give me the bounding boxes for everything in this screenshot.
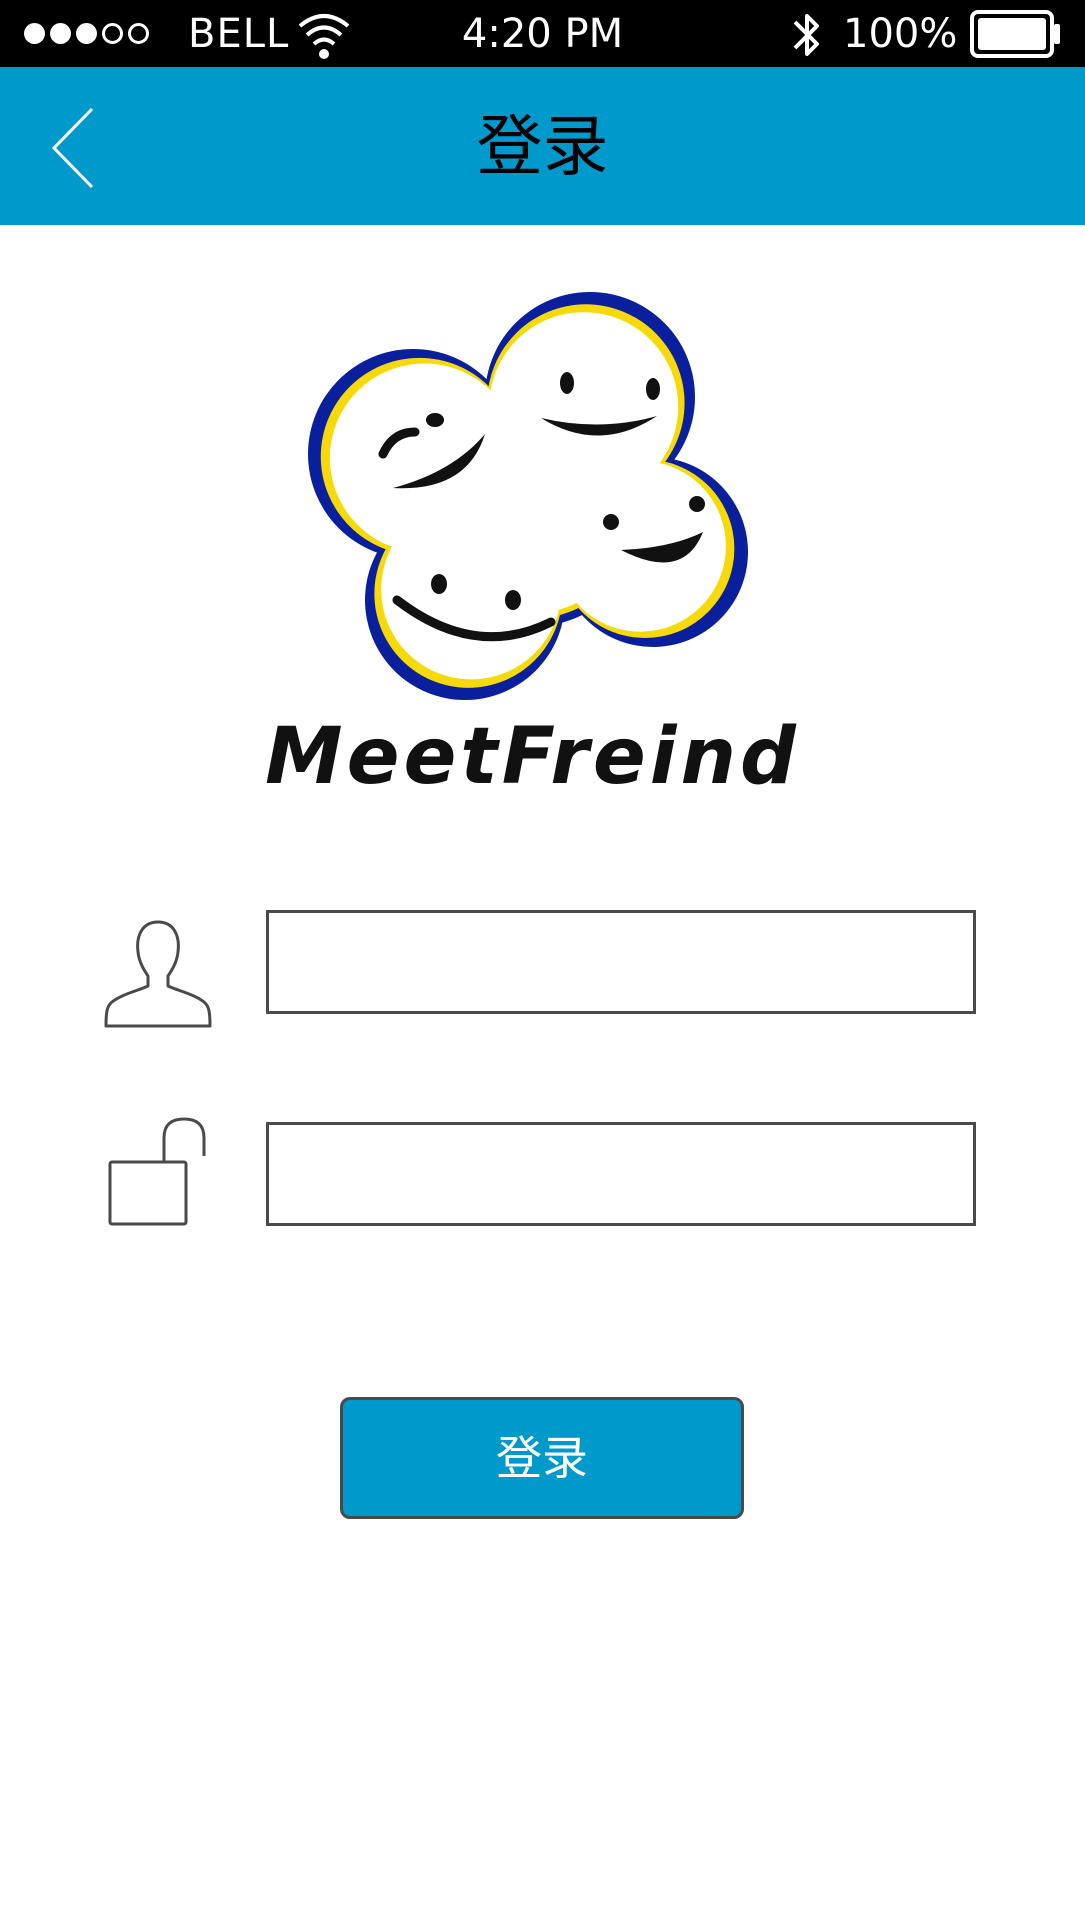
battery-percent: 100%	[843, 11, 958, 57]
bluetooth-icon	[793, 14, 819, 56]
status-bar: BELL 4:20 PM 100%	[0, 0, 1085, 67]
login-button[interactable]: 登录	[340, 1397, 744, 1519]
user-icon	[104, 920, 212, 1028]
password-input[interactable]	[266, 1122, 976, 1226]
unlocked-padlock-icon	[108, 1117, 206, 1226]
battery-icon	[970, 10, 1060, 58]
username-input[interactable]	[266, 910, 976, 1014]
app-logo	[308, 292, 748, 700]
logo-wordmark: MeetFreind	[265, 712, 800, 802]
page-title: 登录	[476, 108, 609, 185]
navigation-bar: 登录	[0, 67, 1085, 225]
